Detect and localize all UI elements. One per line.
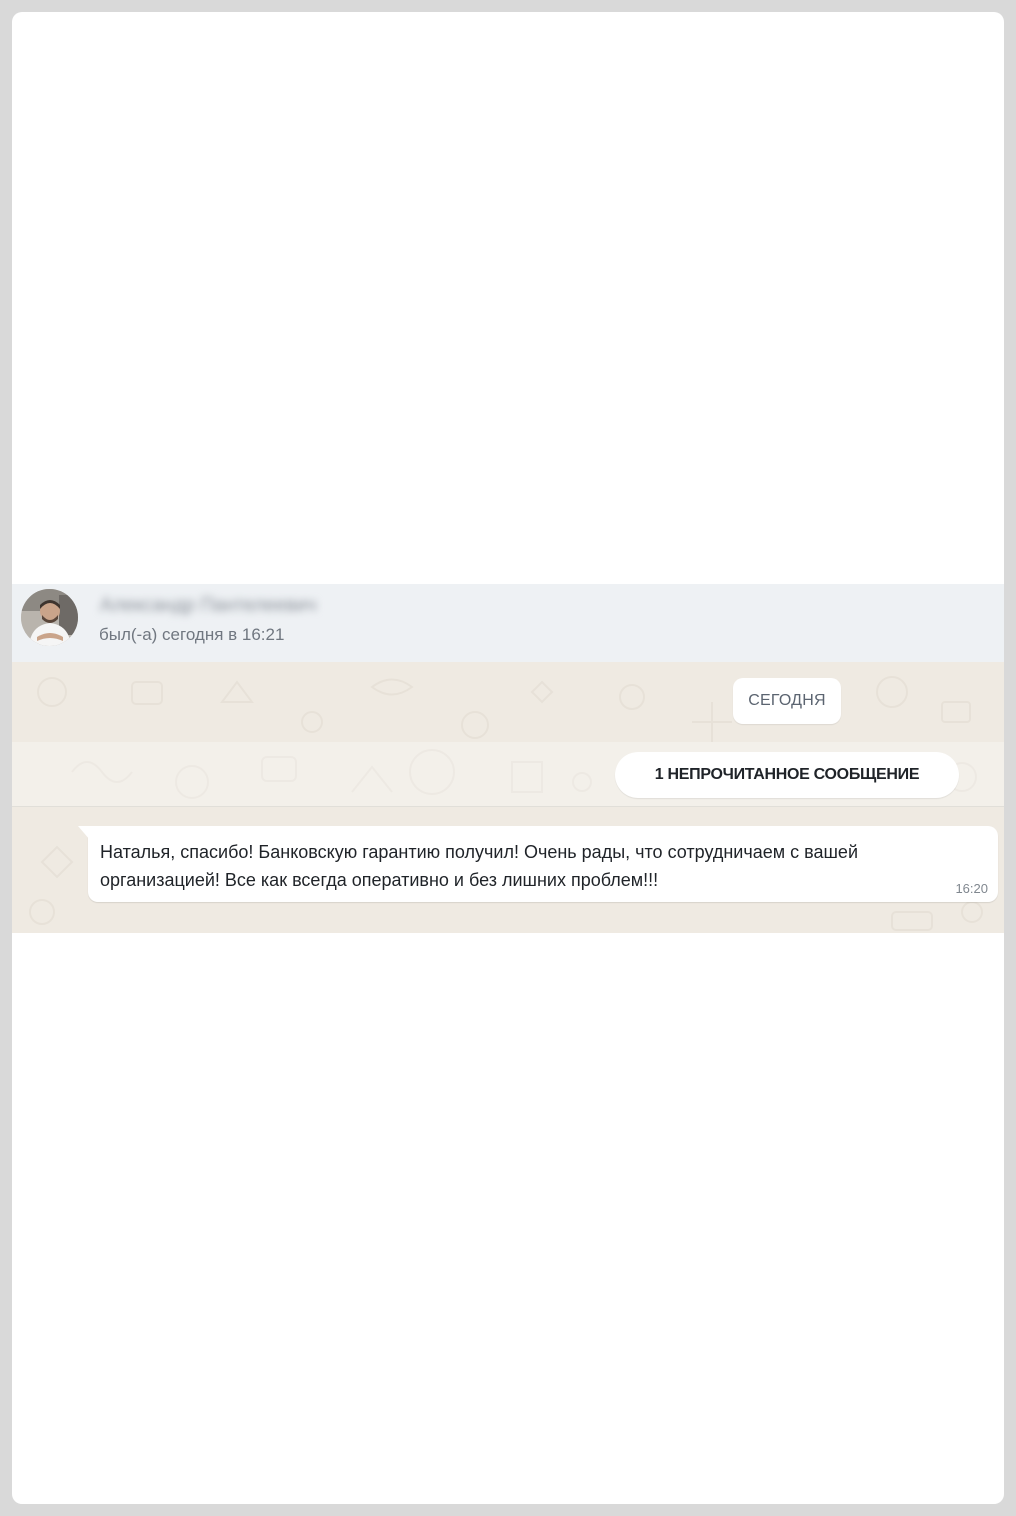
contact-last-seen: был(-а) сегодня в 16:21 xyxy=(99,625,285,644)
screenshot-frame: Александр Пантелеевич был(-а) сегодня в … xyxy=(12,12,1004,1504)
chat-messages-area[interactable]: СЕГОДНЯ 1 НЕПРОЧИТАННОЕ СООБЩЕНИЕ Наталь… xyxy=(12,662,1004,933)
contact-name[interactable]: Александр Пантелеевич xyxy=(100,595,316,617)
chat-header[interactable]: Александр Пантелеевич был(-а) сегодня в … xyxy=(12,584,1004,662)
contact-avatar[interactable] xyxy=(21,589,78,646)
message-text: Наталья, спасибо! Банковскую гарантию по… xyxy=(100,842,858,890)
bubble-tail-icon xyxy=(78,826,90,840)
message-bubble-incoming[interactable]: Наталья, спасибо! Банковскую гарантию по… xyxy=(78,826,998,902)
avatar-photo-icon xyxy=(21,589,78,646)
unread-messages-separator: 1 НЕПРОЧИТАННОЕ СООБЩЕНИЕ xyxy=(615,752,959,798)
message-time: 16:20 xyxy=(955,881,988,896)
date-separator: СЕГОДНЯ xyxy=(733,678,841,724)
